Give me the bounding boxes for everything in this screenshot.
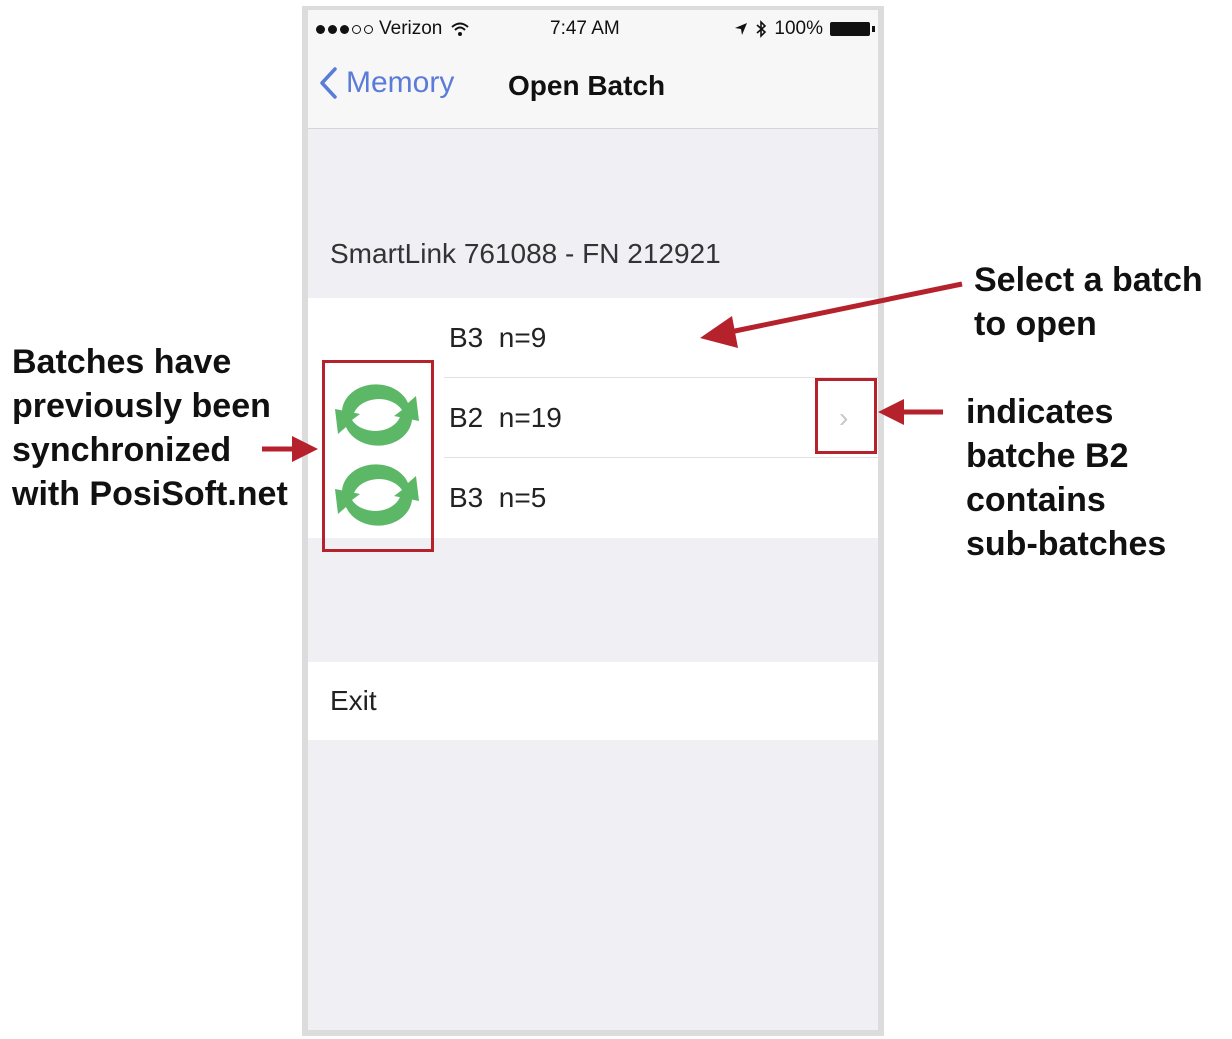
note-line: indicates — [966, 393, 1114, 431]
note-line: contains — [966, 481, 1106, 519]
note-line: sub-batches — [966, 525, 1167, 563]
note-line: batche B2 — [966, 437, 1129, 475]
sub-batches-note: indicates batche B2 contains sub-batches — [966, 390, 1166, 566]
sub-batch-arrow-head — [878, 399, 904, 425]
select-batch-note: Select a batch to open — [974, 258, 1203, 346]
note-line: previously been — [12, 387, 271, 425]
synchronized-note: Batches have previously been synchronize… — [12, 340, 288, 516]
sync-arrow-head — [292, 436, 318, 462]
select-batch-arrow-head — [700, 316, 738, 348]
note-line: Select a batch — [974, 261, 1203, 299]
note-line: Batches have — [12, 343, 232, 381]
select-batch-arrow-line — [729, 281, 963, 335]
note-line: to open — [974, 305, 1097, 343]
note-line: with PosiSoft.net — [12, 475, 288, 513]
note-line: synchronized — [12, 431, 232, 469]
